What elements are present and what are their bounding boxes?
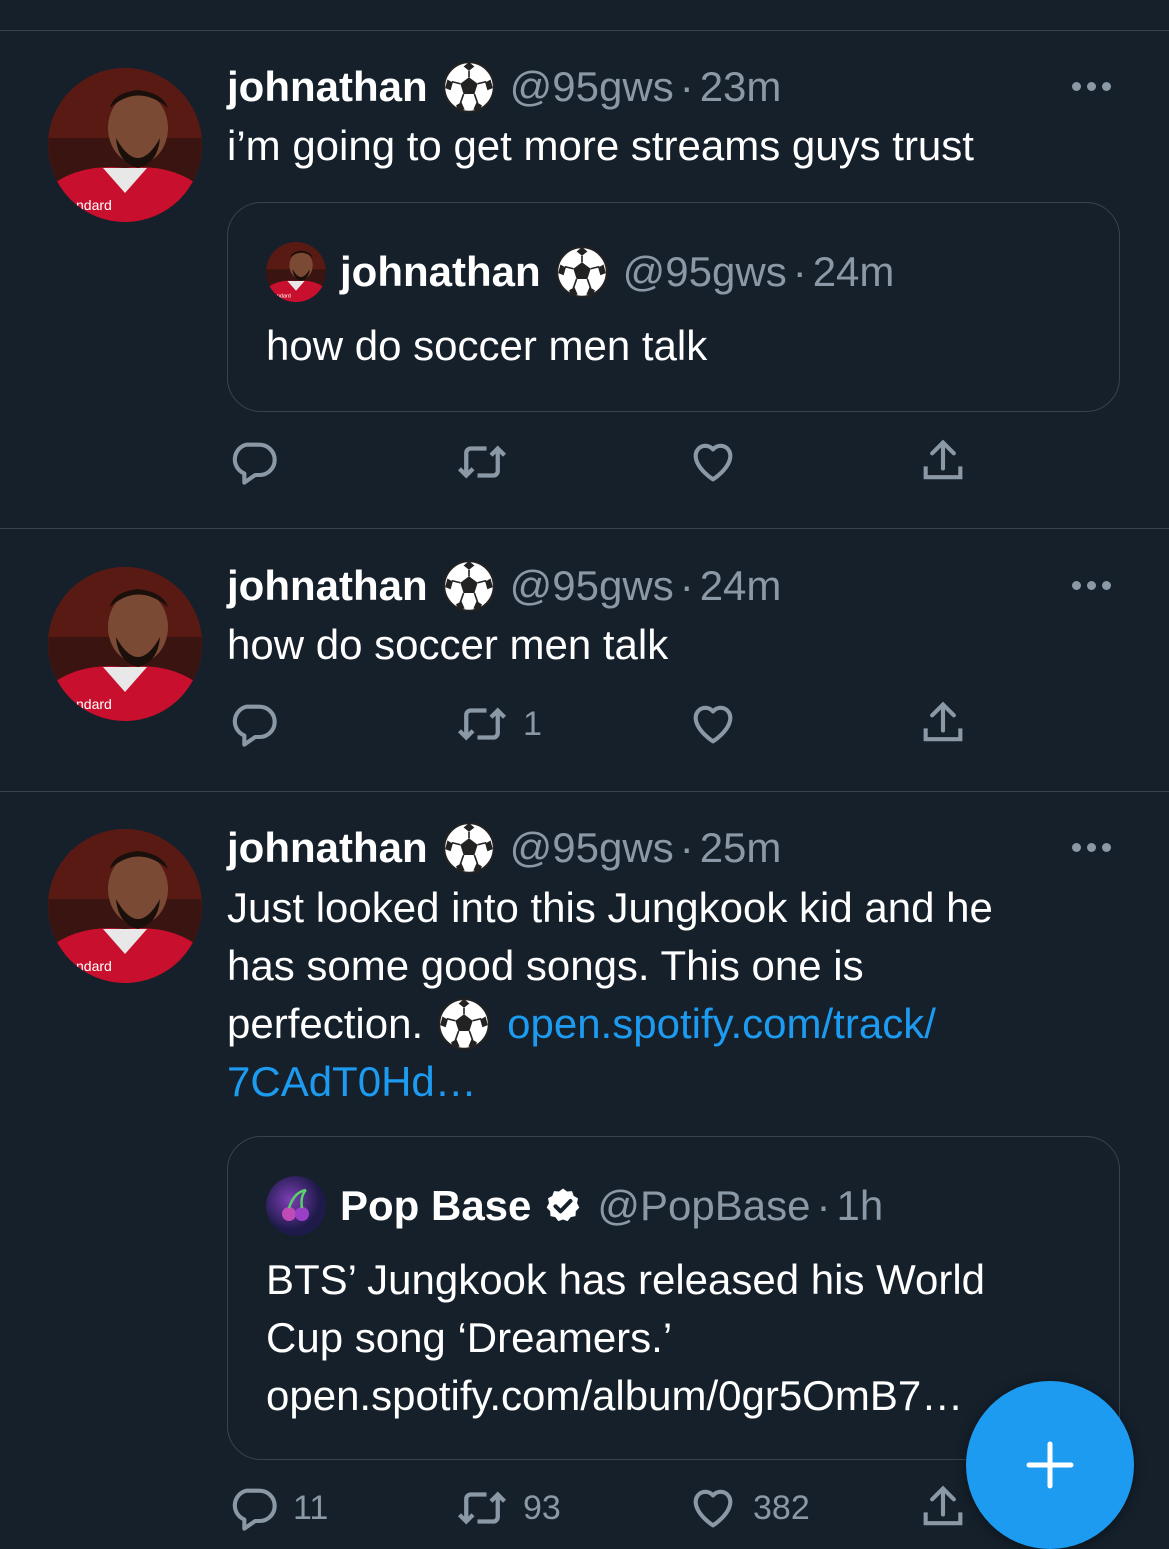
tweet-text: Just looked into this Jungkook kid and h… [227, 879, 1127, 1111]
tweet-header: johnathan @95gws · 23m [227, 57, 781, 117]
tweet-text: how do soccer men talk [227, 621, 669, 668]
timestamp[interactable]: 25m [700, 824, 782, 872]
display-name[interactable]: johnathan [227, 562, 428, 610]
quoted-handle: @95gws [622, 248, 787, 295]
quoted-timestamp: 1h [836, 1182, 884, 1229]
timestamp[interactable]: 23m [700, 63, 782, 111]
share-icon [917, 1482, 969, 1534]
spotify-link-continued[interactable]: 7CAdT0Hd… [227, 1053, 1127, 1111]
more-options-icon[interactable] [1072, 581, 1111, 590]
reply-icon [227, 436, 279, 488]
tweet-divider [0, 791, 1169, 792]
quoted-tweet[interactable]: johnathan @95gws · 24m how do soccer men… [227, 202, 1120, 412]
quoted-avatar [266, 242, 326, 302]
display-name[interactable]: johnathan [227, 63, 428, 111]
quoted-tweet-text: how do soccer men talk [266, 322, 708, 369]
tweet-divider [0, 528, 1169, 529]
handle[interactable]: @95gws [510, 562, 674, 610]
quoted-text-line: BTS’ Jungkook has released his World [266, 1256, 986, 1303]
tweet-actions [227, 432, 1127, 492]
avatar[interactable] [48, 829, 202, 983]
retweet-button[interactable] [455, 432, 523, 492]
quoted-text-line: open.spotify.com/album/0gr5OmB7… [266, 1372, 964, 1419]
heart-icon [687, 1482, 739, 1534]
retweet-count: 93 [523, 1488, 561, 1527]
quoted-handle: @PopBase [597, 1182, 811, 1229]
share-icon [917, 436, 969, 488]
reply-count: 11 [293, 1488, 329, 1527]
plus-icon [1026, 1441, 1074, 1489]
avatar[interactable] [48, 567, 202, 721]
timestamp[interactable]: 24m [700, 562, 782, 610]
tweet-text-line: Just looked into this Jungkook kid and h… [227, 884, 993, 931]
handle[interactable]: @95gws [510, 824, 674, 872]
soccer-ball-icon [442, 559, 496, 613]
avatar[interactable] [48, 68, 202, 222]
retweet-button[interactable]: 1 [455, 694, 542, 754]
retweet-icon [455, 1481, 509, 1535]
soccer-ball-icon [442, 60, 496, 114]
soccer-ball-icon [555, 245, 609, 299]
more-options-icon[interactable] [1072, 843, 1111, 852]
quoted-text-line: Cup song ‘Dreamers.’ [266, 1314, 673, 1361]
separator: · [679, 562, 694, 609]
soccer-ball-icon [442, 821, 496, 875]
heart-icon [687, 698, 739, 750]
share-button[interactable] [917, 694, 969, 754]
reply-button[interactable] [227, 432, 293, 492]
spotify-link[interactable]: open.spotify.com/track/ [507, 995, 936, 1053]
compose-tweet-button[interactable] [966, 1381, 1134, 1549]
tweet-actions: 1 [227, 694, 1127, 754]
tweet-text: i’m going to get more streams guys trust [227, 122, 974, 169]
pop-base-avatar [266, 1176, 326, 1236]
retweet-count: 1 [523, 704, 542, 743]
quoted-tweet-header: Pop Base @PopBase · 1h [266, 1175, 883, 1237]
heart-icon [687, 436, 739, 488]
soccer-ball-icon [437, 997, 491, 1051]
reply-icon [227, 1482, 279, 1534]
retweet-button[interactable]: 93 [455, 1478, 561, 1538]
like-count: 382 [753, 1488, 810, 1527]
tweet-text-line: perfection. open.spotify.com/track/ [227, 995, 1127, 1053]
retweet-icon [455, 697, 509, 751]
tweet-text-segment: perfection. [227, 1000, 424, 1047]
share-button[interactable] [917, 1478, 969, 1538]
reply-button[interactable]: 11 [227, 1478, 328, 1538]
separator: · [679, 824, 694, 871]
separator: · [816, 1182, 831, 1229]
verified-badge-icon [547, 1188, 580, 1222]
display-name[interactable]: johnathan [227, 824, 428, 872]
like-button[interactable] [687, 432, 753, 492]
more-options-icon[interactable] [1072, 82, 1111, 91]
quoted-display-name: Pop Base [340, 1182, 532, 1229]
tweet-header: johnathan @95gws · 25m [227, 818, 781, 878]
share-button[interactable] [917, 432, 969, 492]
quoted-tweet-header: johnathan @95gws · 24m [266, 241, 894, 303]
reply-icon [227, 698, 279, 750]
separator: · [679, 63, 694, 110]
separator: · [792, 248, 807, 295]
like-button[interactable]: 382 [687, 1478, 810, 1538]
like-button[interactable] [687, 694, 753, 754]
top-divider [0, 30, 1169, 31]
quoted-display-name: johnathan [340, 248, 541, 295]
retweet-icon [455, 435, 509, 489]
reply-button[interactable] [227, 694, 293, 754]
quoted-tweet-text: BTS’ Jungkook has released his World Cup… [266, 1251, 1086, 1425]
tweet-text-line: has some good songs. This one is [227, 942, 864, 989]
share-icon [917, 698, 969, 750]
quoted-timestamp: 24m [812, 248, 895, 295]
handle[interactable]: @95gws [510, 63, 674, 111]
tweet-header: johnathan @95gws · 24m [227, 556, 781, 616]
